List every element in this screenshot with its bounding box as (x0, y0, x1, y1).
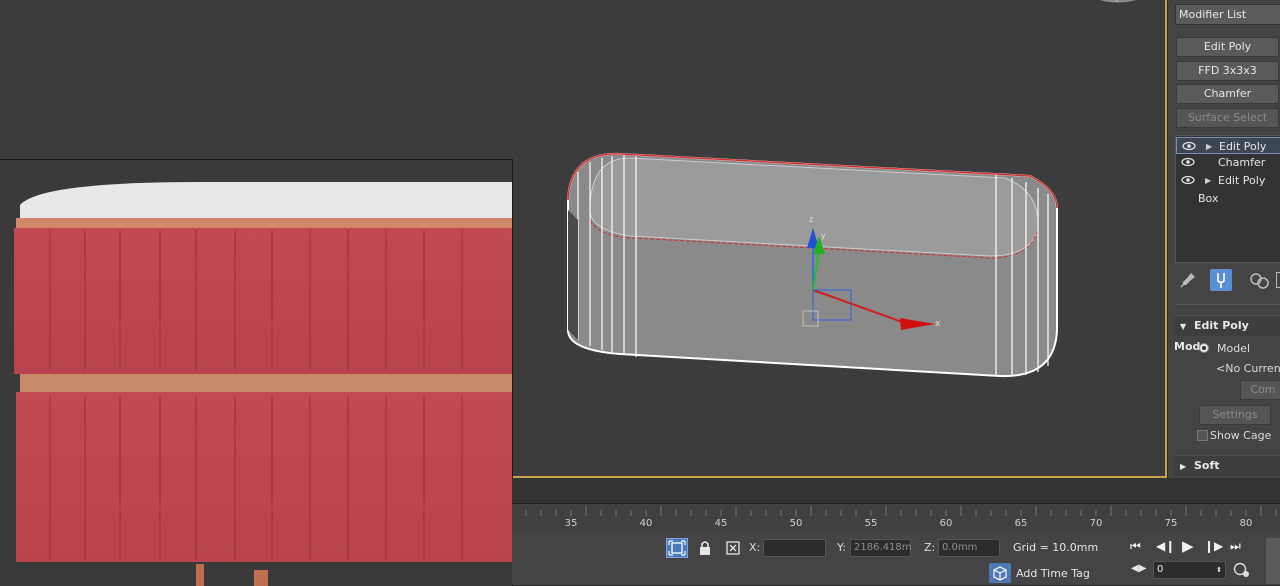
tuning-fork-icon (1217, 273, 1225, 288)
soft-selection-rollout-header[interactable]: ▶ Soft Selection (1174, 455, 1280, 493)
x-coord-label: X: (749, 541, 761, 554)
tick-label: 75 (1164, 518, 1178, 529)
tick-label: 35 (564, 518, 578, 529)
tick-label: 60 (939, 518, 953, 529)
tick-label: 40 (639, 518, 653, 529)
stack-item-edit-poly-bottom[interactable]: ▶ Edit Poly (1176, 172, 1280, 189)
next-frame-icon[interactable]: ❙▶ (1204, 539, 1223, 553)
y-coord-field[interactable]: 2186.418m (850, 539, 911, 557)
key-mode-icon[interactable]: ◀▶ (1131, 563, 1146, 574)
stack-toolbar (1176, 268, 1280, 294)
time-tag-button[interactable] (989, 563, 1011, 583)
reference-image (0, 159, 513, 586)
stack-item-label: Box (1198, 192, 1219, 205)
cube-icon (993, 566, 1007, 581)
remove-modifier-icon[interactable] (1276, 272, 1280, 288)
show-cage-label: Show Cage (1210, 429, 1272, 442)
stack-item-label: Edit Poly (1218, 174, 1266, 187)
edit-poly-button[interactable]: Edit Poly (1176, 37, 1279, 57)
edit-poly-mode-rollout-header[interactable]: ▼ Edit Poly Mode (1174, 315, 1280, 353)
collapse-arrow-icon: ▼ (1180, 322, 1187, 331)
grid-size-label: Grid = 10.0mm (1013, 541, 1099, 554)
viewcube-icon[interactable]: S (1085, 0, 1155, 12)
gizmo-x-label: x (935, 319, 941, 329)
model-radio-label: Model (1217, 342, 1251, 355)
eye-icon[interactable] (1181, 157, 1195, 167)
expand-arrow-icon[interactable]: ▶ (1206, 138, 1212, 155)
expand-arrow-icon[interactable]: ▶ (1205, 172, 1211, 189)
surface-select-button[interactable]: Surface Select (1176, 108, 1279, 128)
chamfer-button[interactable]: Chamfer (1176, 84, 1279, 104)
modifier-list-dropdown[interactable]: Modifier List (1175, 4, 1280, 25)
expand-arrow-icon: ▶ (1180, 462, 1187, 471)
go-to-end-icon[interactable]: ⏭ (1230, 539, 1241, 554)
commit-button[interactable]: Com (1240, 380, 1280, 400)
tick-label: 80 (1239, 518, 1253, 529)
selection-lock-button[interactable] (666, 538, 688, 558)
playback-controls: ⏮ ◀❙ ▶ ❙▶ ⏭ (1130, 537, 1250, 557)
tick-label: 70 (1089, 518, 1103, 529)
x-coord-field[interactable] (763, 539, 826, 557)
gizmo-y-label: y (821, 231, 826, 240)
time-config-icon[interactable] (1233, 561, 1251, 579)
current-frame-field[interactable]: 0 ⬍ (1153, 561, 1226, 579)
pin-stack-icon[interactable] (1180, 272, 1196, 288)
z-coord-field[interactable]: 0.0mm (938, 539, 1000, 557)
stack-item-label: Edit Poly (1219, 140, 1267, 153)
previous-frame-icon[interactable]: ◀❙ (1156, 539, 1175, 553)
stack-item-edit-poly-top[interactable]: ▶ Edit Poly (1176, 137, 1280, 154)
current-frame-value: 0 (1157, 564, 1164, 575)
modifier-stack[interactable]: ▶ Edit Poly Chamfer ▶ Edit Poly Box (1175, 135, 1280, 263)
tick-label: 45 (714, 518, 728, 529)
tick-label: 55 (864, 518, 878, 529)
make-unique-icon[interactable] (1248, 271, 1270, 289)
ffd-button[interactable]: FFD 3x3x3 (1176, 61, 1279, 81)
go-to-start-icon[interactable]: ⏮ (1130, 539, 1141, 554)
tick-label: 50 (789, 518, 803, 529)
z-coord-label: Z: (924, 541, 936, 554)
gizmo-z-label: z (809, 215, 813, 224)
viewport-nav-strip[interactable] (1266, 538, 1280, 584)
stack-item-label: Chamfer (1218, 156, 1266, 169)
stack-item-box[interactable]: Box (1176, 190, 1280, 207)
divider (1176, 304, 1280, 305)
reference-photo-art (0, 160, 512, 586)
no-current-operation-label: <No Current (1216, 362, 1280, 375)
y-coord-label: Y: (837, 541, 846, 554)
play-icon[interactable]: ▶ (1182, 537, 1194, 555)
show-cage-checkbox[interactable] (1197, 430, 1208, 441)
model-radio[interactable] (1199, 343, 1209, 353)
transform-gizmo[interactable]: z y x (795, 210, 955, 340)
settings-button[interactable]: Settings (1199, 405, 1271, 425)
svg-text:S: S (1114, 0, 1119, 4)
absolute-mode-icon[interactable] (725, 540, 741, 556)
stack-item-chamfer[interactable]: Chamfer (1176, 154, 1280, 171)
tick-label: 65 (1014, 518, 1028, 529)
add-time-tag-label: Add Time Tag (1016, 567, 1090, 580)
show-end-result-button[interactable] (1210, 269, 1232, 291)
eye-icon[interactable] (1181, 175, 1195, 185)
isolate-icon (668, 540, 686, 556)
spinner-icon[interactable]: ⬍ (1216, 562, 1222, 578)
lock-icon[interactable] (698, 540, 712, 556)
eye-icon[interactable] (1182, 141, 1196, 151)
